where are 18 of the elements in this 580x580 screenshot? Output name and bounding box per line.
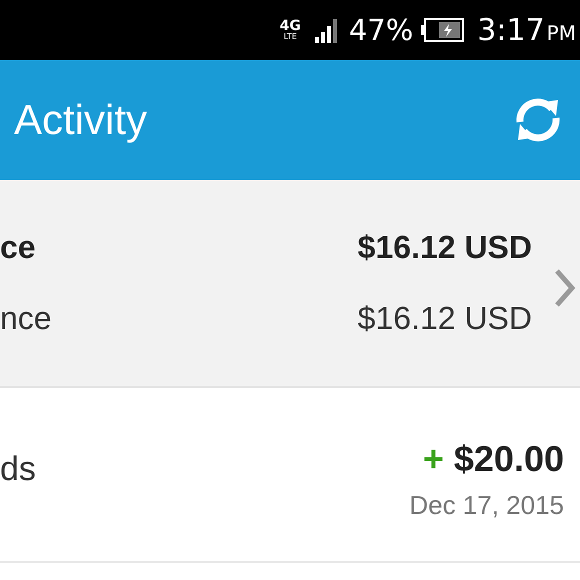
transaction-date: Dec 17, 2015 — [409, 490, 564, 521]
screen-title: Activity — [14, 96, 148, 144]
balance-label: ce — [0, 229, 36, 266]
network-subtype: LTE — [284, 33, 297, 41]
transaction-row[interactable]: ds + $20.00 Dec 17, 2015 — [0, 388, 580, 563]
balance-panel[interactable]: ce $16.12 USD nce $16.12 USD — [0, 180, 580, 388]
battery-percent: 47% — [348, 13, 414, 47]
battery-charging-icon — [421, 18, 466, 42]
network-type: 4G — [280, 19, 301, 33]
balance-label: nce — [0, 300, 52, 337]
clock-time: 3:17 — [477, 12, 545, 48]
transaction-amount: $20.00 — [454, 438, 564, 480]
clock-meridiem: PM — [546, 20, 576, 45]
chevron-right-icon — [554, 268, 576, 308]
amount-sign: + — [422, 438, 444, 480]
balance-amount: $16.12 USD — [358, 300, 532, 337]
balance-amount: $16.12 USD — [358, 229, 532, 266]
transaction-label: ds — [0, 450, 36, 489]
